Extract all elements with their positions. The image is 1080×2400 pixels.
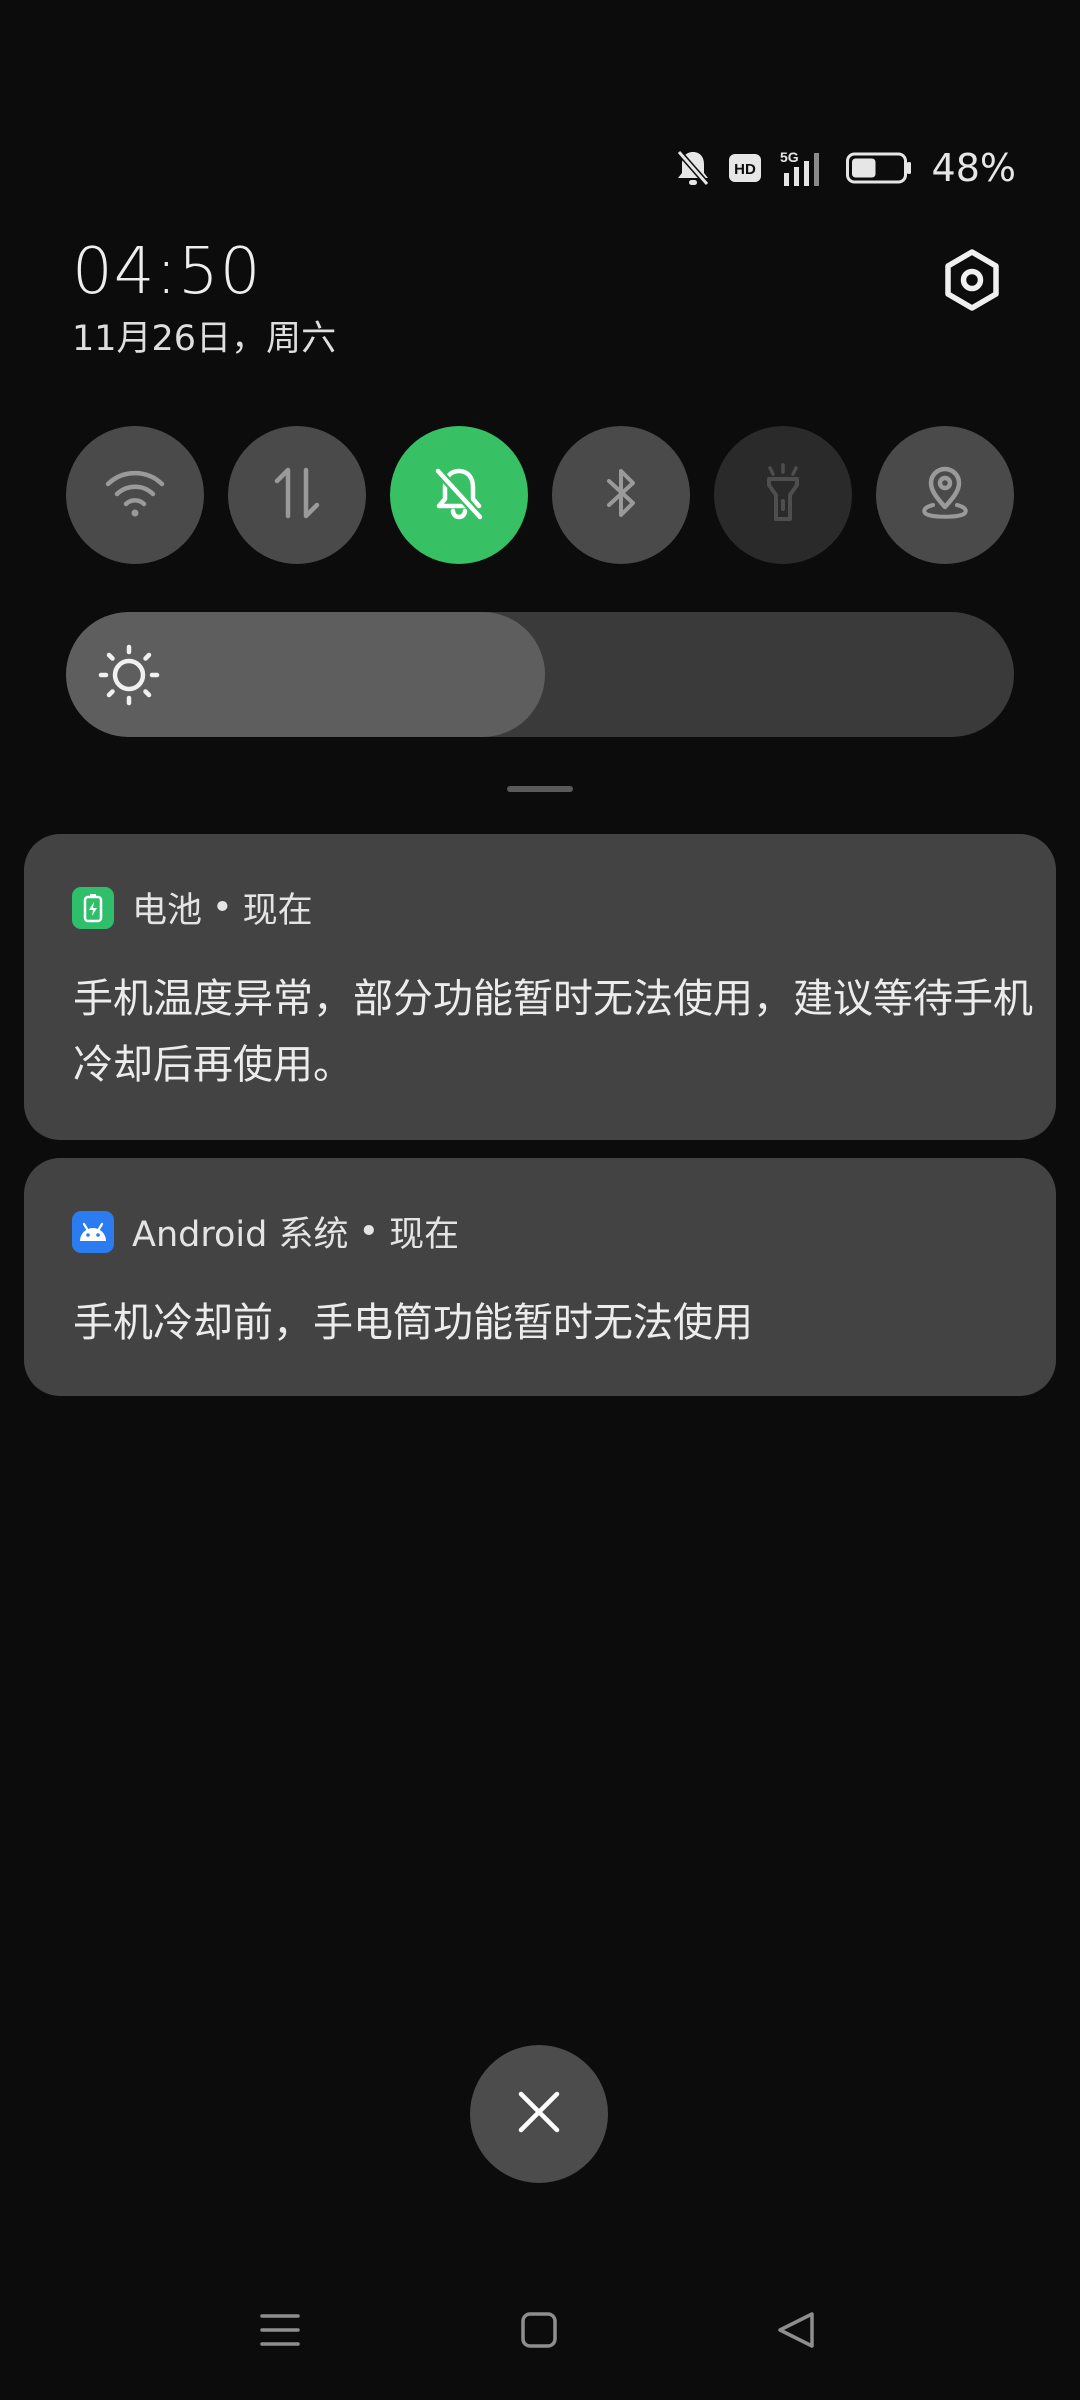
notification-time: 现在 xyxy=(242,891,313,931)
tile-bluetooth[interactable] xyxy=(552,426,690,564)
bell-off-icon xyxy=(676,149,710,187)
bell-off-icon xyxy=(433,465,485,525)
notification-body: 手机冷却前，手电筒功能暂时无法使用 xyxy=(73,1300,753,1346)
battery-percentage: 48% xyxy=(931,146,1016,190)
svg-text:5G: 5G xyxy=(780,149,799,165)
sun-icon xyxy=(98,644,160,706)
notification-separator: • xyxy=(358,1211,380,1252)
clock-time[interactable]: 04:50 xyxy=(72,240,261,304)
svg-text:HD: HD xyxy=(734,161,756,178)
tile-silent[interactable] xyxy=(390,426,528,564)
notification-header: Android 系统 • 现在 xyxy=(72,1206,459,1257)
notification-time: 现在 xyxy=(389,1215,460,1255)
data-arrows-icon xyxy=(273,466,321,524)
wifi-icon xyxy=(104,467,166,523)
tile-wifi[interactable] xyxy=(66,426,204,564)
clock-date[interactable]: 11月26日，周六 xyxy=(72,322,336,357)
gear-icon xyxy=(936,249,1008,320)
nav-back-button[interactable] xyxy=(766,2302,826,2362)
flashlight-icon xyxy=(761,463,805,527)
notification-battery[interactable]: 电池 • 现在 手机温度异常，部分功能暂时无法使用，建议等待手机冷却后再使用。 xyxy=(24,834,1056,1140)
battery-app-icon xyxy=(72,886,114,929)
menu-icon xyxy=(260,2312,300,2352)
tile-mobile-data[interactable] xyxy=(228,426,366,564)
notification-android-system[interactable]: Android 系统 • 现在 手机冷却前，手电筒功能暂时无法使用 xyxy=(24,1158,1056,1396)
notification-body: 手机温度异常，部分功能暂时无法使用，建议等待手机冷却后再使用。 xyxy=(73,976,1033,1088)
notification-app-name: Android 系统 xyxy=(132,1215,349,1255)
notification-header: 电池 • 现在 xyxy=(72,882,313,933)
nav-home-button[interactable] xyxy=(509,2302,569,2362)
brightness-slider[interactable] xyxy=(66,612,1014,737)
5g-signal-icon: 5G xyxy=(780,149,828,187)
back-icon xyxy=(776,2310,816,2354)
settings-button[interactable] xyxy=(936,244,1008,316)
panel-drag-handle[interactable] xyxy=(507,786,573,792)
status-bar: HD 5G 48% xyxy=(676,138,1016,198)
notification-app-name: 电池 xyxy=(132,891,203,931)
home-icon xyxy=(520,2311,558,2353)
bluetooth-icon xyxy=(601,465,641,525)
close-icon xyxy=(517,2090,561,2138)
battery-icon xyxy=(845,152,912,184)
hd-icon: HD xyxy=(728,153,762,183)
clear-notifications-button[interactable] xyxy=(470,2045,608,2183)
notification-separator: • xyxy=(212,887,233,928)
tile-flashlight[interactable] xyxy=(714,426,852,564)
location-pin-icon xyxy=(919,465,971,525)
android-icon xyxy=(72,1210,114,1253)
tile-location[interactable] xyxy=(876,426,1014,564)
nav-recents-button[interactable] xyxy=(250,2302,310,2362)
